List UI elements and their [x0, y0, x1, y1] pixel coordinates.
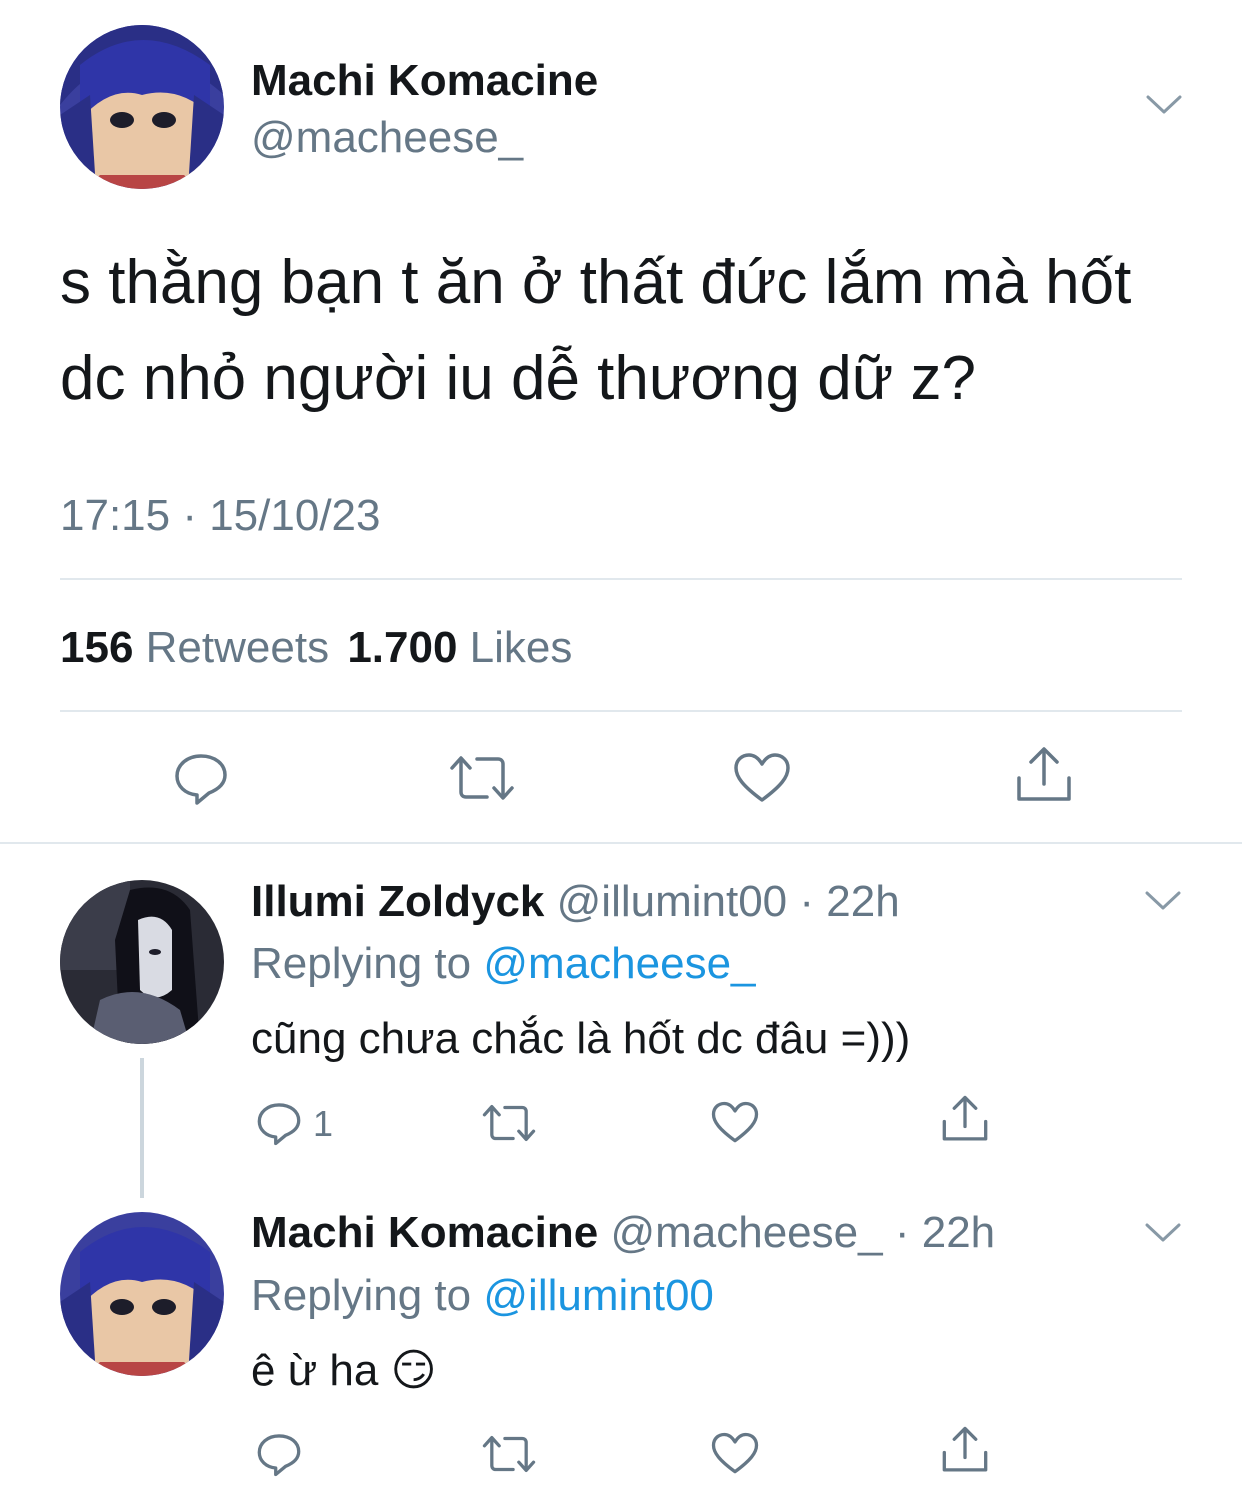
- author-name[interactable]: Machi Komacine: [251, 55, 598, 107]
- replying-to-handle[interactable]: @macheese_: [483, 939, 755, 988]
- thread-line: [140, 1058, 144, 1198]
- divider: [60, 710, 1182, 712]
- replying-to-label: Replying to: [251, 1271, 472, 1320]
- replying-to: Replying to @macheese_: [251, 938, 756, 990]
- like-label[interactable]: Likes: [470, 623, 573, 672]
- tweet-timestamp[interactable]: 17:15 · 15/10/23: [60, 490, 380, 542]
- share-icon[interactable]: [1015, 746, 1073, 804]
- retweet-count[interactable]: 156: [60, 623, 133, 672]
- reply-text: cũng chưa chắc là hốt dc đâu =))): [251, 1014, 911, 1063]
- like-icon[interactable]: [711, 1432, 759, 1475]
- retweet-label[interactable]: Retweets: [146, 623, 329, 672]
- tweet-text-line-2: dc nhỏ người iu dễ thương dữ z?: [60, 344, 976, 413]
- share-icon[interactable]: [941, 1426, 989, 1474]
- reply-header: Machi Komacine @macheese_ · 22h: [251, 1207, 995, 1259]
- author-handle[interactable]: @macheese_: [251, 112, 523, 164]
- author-handle[interactable]: @macheese_: [610, 1208, 882, 1257]
- replying-to-handle[interactable]: @illumint00: [483, 1271, 714, 1320]
- share-icon[interactable]: [941, 1095, 989, 1143]
- like-icon[interactable]: [733, 752, 791, 804]
- chevron-down-icon[interactable]: [1145, 1222, 1181, 1244]
- replying-to: Replying to @illumint00: [251, 1270, 714, 1322]
- author-name[interactable]: Illumi Zoldyck: [251, 877, 544, 926]
- separator-dot: ·: [787, 877, 827, 926]
- engagement-stats: 156 Retweets 1.700 Likes: [60, 622, 572, 674]
- reply-count[interactable]: 1: [313, 1103, 333, 1145]
- reply-text-body: ê ừ ha: [251, 1346, 379, 1395]
- retweet-icon[interactable]: [482, 1434, 536, 1474]
- smirk-emoji: 😏: [390, 1346, 437, 1395]
- reply-time[interactable]: 22h: [826, 877, 899, 926]
- section-divider: [0, 842, 1242, 844]
- separator-dot: ·: [882, 1208, 922, 1257]
- reply-header: Illumi Zoldyck @illumint00 · 22h: [251, 876, 900, 928]
- reply-icon[interactable]: [173, 750, 229, 806]
- replying-to-label: Replying to: [251, 939, 472, 988]
- retweet-icon[interactable]: [449, 754, 515, 802]
- like-count[interactable]: 1.700: [347, 623, 457, 672]
- avatar[interactable]: [60, 25, 224, 189]
- retweet-icon[interactable]: [482, 1103, 536, 1143]
- reply-icon[interactable]: [256, 1100, 302, 1146]
- reply-text: ê ừ ha 😏: [251, 1345, 436, 1397]
- like-icon[interactable]: [711, 1101, 759, 1144]
- avatar[interactable]: [60, 880, 224, 1044]
- author-name[interactable]: Machi Komacine: [251, 1208, 598, 1257]
- chevron-down-icon[interactable]: [1145, 890, 1181, 912]
- avatar[interactable]: [60, 1212, 224, 1376]
- divider: [60, 578, 1182, 580]
- reply-icon[interactable]: [256, 1431, 302, 1477]
- tweet-text-line-1: s thằng bạn t ăn ở thất đức lắm mà hốt: [60, 248, 1132, 317]
- author-handle[interactable]: @illumint00: [557, 877, 788, 926]
- chevron-down-icon[interactable]: [1146, 94, 1182, 116]
- reply-time[interactable]: 22h: [922, 1208, 995, 1257]
